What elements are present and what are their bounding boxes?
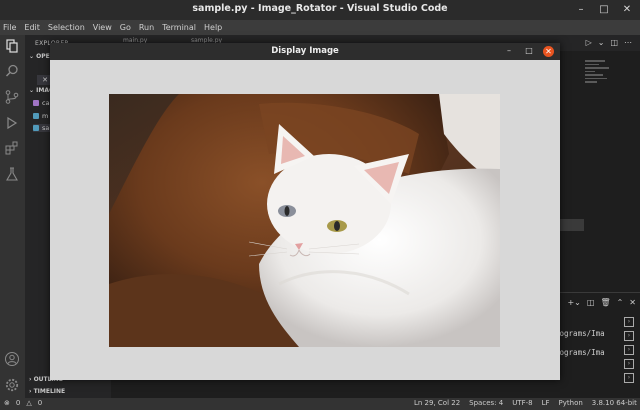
- menu-terminal[interactable]: Terminal: [162, 23, 196, 32]
- settings-gear-icon[interactable]: [4, 377, 20, 393]
- terminal-line: rograms/Ima: [555, 348, 605, 357]
- close-icon[interactable]: ✕: [543, 45, 554, 57]
- source-control-icon[interactable]: [4, 89, 20, 105]
- menu-selection[interactable]: Selection: [48, 23, 85, 32]
- trash-icon[interactable]: 🗑: [600, 298, 610, 307]
- close-icon[interactable]: ✕: [620, 3, 634, 17]
- python-file-icon: [33, 125, 39, 131]
- menu-edit[interactable]: Edit: [24, 23, 40, 32]
- display-window-titlebar[interactable]: Display Image – □ ✕: [50, 43, 560, 60]
- cat-photo: [109, 94, 500, 347]
- window-titlebar: sample.py - Image_Rotator - Visual Studi…: [0, 0, 640, 20]
- terminal-instance-icon[interactable]: ›: [624, 345, 634, 355]
- file-item[interactable]: ca: [33, 99, 50, 107]
- terminal-instance-icon[interactable]: ›: [624, 331, 634, 341]
- window-title: sample.py - Image_Rotator - Visual Studi…: [192, 3, 448, 14]
- explorer-icon[interactable]: [4, 38, 20, 54]
- warning-icon: △: [26, 399, 32, 407]
- split-terminal-icon[interactable]: ◫: [587, 298, 595, 307]
- problems-indicator[interactable]: ⊗ 0 △ 0: [4, 399, 42, 407]
- run-dropdown-icon[interactable]: ⌄: [598, 38, 605, 47]
- run-file-icon[interactable]: ▷: [586, 38, 592, 47]
- encoding[interactable]: UTF-8: [512, 399, 532, 407]
- open-editors-label: OPE: [36, 53, 50, 60]
- file-item[interactable]: m: [33, 112, 48, 120]
- close-panel-icon[interactable]: ✕: [629, 298, 636, 307]
- menu-bar: File Edit Selection View Go Run Terminal…: [0, 20, 640, 35]
- cursor-position[interactable]: Ln 29, Col 22: [414, 399, 460, 407]
- minimize-icon[interactable]: –: [503, 45, 515, 57]
- python-file-icon: [33, 113, 39, 119]
- file-type-icon: [33, 100, 39, 106]
- error-icon: ⊗: [4, 399, 10, 407]
- account-icon[interactable]: [4, 351, 20, 367]
- file-label: ca: [42, 99, 50, 107]
- menu-help[interactable]: Help: [204, 23, 222, 32]
- file-label: m: [42, 112, 49, 120]
- display-image-window: Display Image – □ ✕: [50, 43, 560, 380]
- maximize-icon[interactable]: □: [597, 3, 611, 17]
- language-mode[interactable]: Python: [559, 399, 583, 407]
- new-terminal-icon[interactable]: +⌄: [567, 298, 580, 307]
- testing-flask-icon[interactable]: [4, 166, 20, 182]
- terminal-instance-icon[interactable]: ›: [624, 373, 634, 383]
- menu-go[interactable]: Go: [120, 23, 131, 32]
- status-bar: ⊗ 0 △ 0 Ln 29, Col 22 Spaces: 4 UTF-8 LF…: [0, 398, 640, 410]
- minimap[interactable]: [585, 60, 619, 100]
- menu-file[interactable]: File: [3, 23, 16, 32]
- display-window-title: Display Image: [271, 46, 339, 56]
- file-label: sa: [42, 124, 50, 132]
- run-debug-icon[interactable]: [4, 115, 20, 131]
- python-interpreter[interactable]: 3.8.10 64-bit: [592, 399, 637, 407]
- timeline-label: TIMELINE: [33, 388, 66, 395]
- terminal-list: › › › › ›: [624, 317, 634, 383]
- indentation[interactable]: Spaces: 4: [469, 399, 503, 407]
- editor-scrollbar[interactable]: [556, 219, 584, 231]
- error-count: 0: [15, 399, 21, 407]
- warning-count: 0: [37, 399, 43, 407]
- open-editors-section[interactable]: ⌄ OPE: [29, 53, 50, 60]
- split-editor-icon[interactable]: ◫: [610, 38, 618, 47]
- maximize-panel-icon[interactable]: ⌃: [617, 298, 624, 307]
- search-icon[interactable]: [4, 63, 20, 79]
- menu-view[interactable]: View: [93, 23, 112, 32]
- menu-run[interactable]: Run: [139, 23, 154, 32]
- more-actions-icon[interactable]: ⋯: [624, 38, 632, 47]
- terminal-line: rograms/Ima: [555, 329, 605, 338]
- minimize-icon[interactable]: –: [574, 3, 588, 17]
- terminal-instance-icon[interactable]: ›: [624, 359, 634, 369]
- activity-bar: [0, 35, 25, 398]
- end-of-line[interactable]: LF: [542, 399, 550, 407]
- extensions-icon[interactable]: [4, 140, 20, 156]
- maximize-icon[interactable]: □: [523, 45, 535, 57]
- terminal-instance-icon[interactable]: ›: [624, 317, 634, 327]
- timeline-section[interactable]: › TIMELINE: [29, 388, 65, 395]
